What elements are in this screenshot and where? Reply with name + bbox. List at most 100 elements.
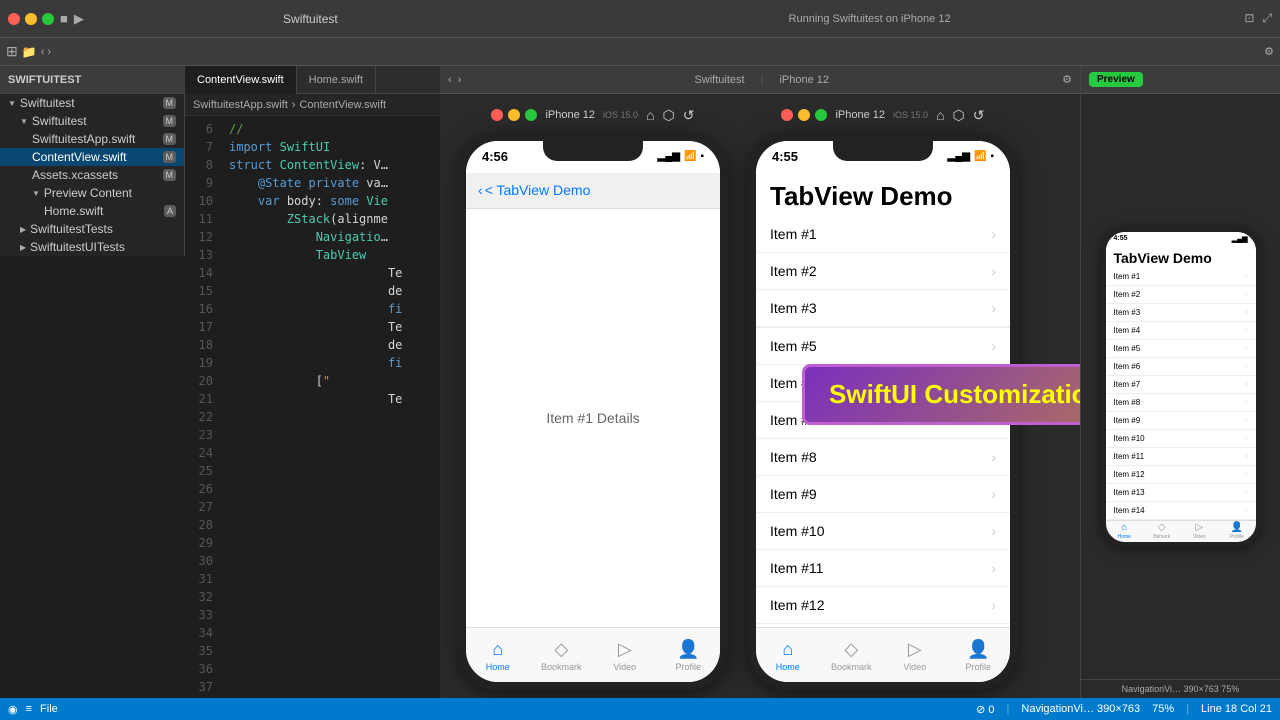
app-title: Swiftuitest [126, 12, 495, 26]
code-editor-area: ContentView.swift Home.swift Swiftuitest… [185, 66, 440, 698]
maximize-button[interactable] [42, 13, 54, 25]
mini-list-item[interactable]: Item #13› [1106, 484, 1256, 502]
run-icon[interactable]: ▶ [74, 11, 84, 27]
mini-list[interactable]: Item #1› Item #2› Item #3› Item #4› Item… [1106, 268, 1256, 520]
window-controls[interactable] [8, 13, 54, 25]
r-tab-home[interactable]: ⌂ Home [756, 639, 820, 672]
status-bar: ◉ ≡ File ⊘ 0 | NavigationVi… 390×763 75%… [0, 698, 1280, 720]
sim-device-name: iPhone 12 [779, 74, 829, 86]
close-button[interactable] [8, 13, 20, 25]
sidebar-item-preview[interactable]: ▼ Preview Content [0, 184, 184, 202]
sim-r-min[interactable] [798, 109, 810, 121]
list-item[interactable]: Item #8› [756, 439, 1010, 476]
mini-list-item[interactable]: Item #12› [1106, 466, 1256, 484]
list-item[interactable]: Item #2› [756, 253, 1010, 290]
code-content[interactable]: // import SwiftUI struct ContentView: V…… [221, 116, 440, 698]
folder-icon[interactable]: 📁 [22, 45, 37, 59]
mini-bookmark-icon: ◇ [1158, 522, 1166, 533]
mini-list-item[interactable]: Item #5› [1106, 340, 1256, 358]
tab-profile[interactable]: 👤 Profile [657, 639, 721, 672]
tab-video[interactable]: ▷ Video [593, 639, 657, 672]
line-numbers: 678910 1112131415 1617181920 2122232425 … [185, 116, 221, 698]
sim-settings[interactable]: ⚙ [1062, 73, 1072, 86]
mini-tab-home[interactable]: ⌂ Home [1106, 522, 1144, 540]
split-icon[interactable]: ⊡ [1244, 11, 1254, 26]
sidebar-item-project[interactable]: ▼ Swiftuitest M [0, 94, 184, 112]
mini-list-item[interactable]: Item #6› [1106, 358, 1256, 376]
mini-list-item[interactable]: Item #10› [1106, 430, 1256, 448]
simulator-area: SwiftUI Customization TabView with Tab B… [440, 66, 1080, 698]
r-rotate-icon[interactable]: ↺ [973, 107, 985, 124]
breadcrumb-item-1[interactable]: SwiftuitestApp.swift [193, 99, 288, 111]
sidebar-item-contentview[interactable]: ContentView.swift M [0, 148, 184, 166]
back-button[interactable]: ‹ < TabView Demo [478, 182, 590, 198]
banner-overlay: SwiftUI Customization TabView with Tab B… [802, 364, 1080, 425]
r-tab-bookmark[interactable]: ◇ Bookmark [820, 639, 884, 672]
mini-tab-video[interactable]: ▷ Video [1181, 522, 1219, 540]
mini-list-item[interactable]: Item #2› [1106, 286, 1256, 304]
sidebar-item-tests[interactable]: ▶ SwiftuitestTests [0, 220, 184, 238]
sim-min[interactable] [508, 109, 520, 121]
sim-nav-back[interactable]: ‹ [448, 74, 452, 86]
mini-list-item[interactable]: Item #3› [1106, 304, 1256, 322]
preview-panel: Preview 4:55 ▂▄▆ TabView Demo Item #1› I… [1080, 66, 1280, 698]
list-item[interactable]: Item #10› [756, 513, 1010, 550]
r-tab-profile[interactable]: 👤 Profile [947, 639, 1011, 672]
mini-tab-bar[interactable]: ⌂ Home ◇ Bkmark ▷ Video 👤 [1106, 520, 1256, 542]
toolbar-nav-arrows[interactable]: ‹ › [41, 46, 51, 58]
tab-contentview[interactable]: ContentView.swift [185, 66, 297, 94]
wifi-icon: 📶 [684, 151, 696, 162]
list-item[interactable]: Item #11› [756, 550, 1010, 587]
mini-list-item[interactable]: Item #14› [1106, 502, 1256, 520]
sim-max[interactable] [525, 109, 537, 121]
status-menu[interactable]: ≡ [26, 703, 32, 715]
camera-icon[interactable]: ⬡ [663, 107, 675, 124]
breadcrumb-item-2[interactable]: ContentView.swift [299, 99, 386, 111]
sim-nav-fwd[interactable]: › [458, 74, 462, 86]
mini-tab-profile[interactable]: 👤 Profile [1218, 522, 1256, 540]
r-home-icon[interactable]: ⌂ [936, 107, 944, 123]
mini-list-item[interactable]: Item #8› [1106, 394, 1256, 412]
sim-r-max[interactable] [815, 109, 827, 121]
tab-home[interactable]: Home.swift [297, 66, 376, 94]
list-item[interactable]: Item #3› [756, 290, 1010, 327]
fullscreen-icon[interactable]: ⤢ [1262, 11, 1272, 26]
list-item[interactable]: Item #12› [756, 587, 1010, 624]
nav-back-icon[interactable]: ⊞ [6, 43, 18, 60]
r-profile-tab-icon: 👤 [967, 639, 989, 660]
mini-list-item[interactable]: Item #1› [1106, 268, 1256, 286]
status-icons: ▂▄▆ 📶 ▪ [658, 151, 704, 162]
phone-notch [543, 141, 643, 161]
mini-list-item[interactable]: Item #9› [1106, 412, 1256, 430]
r-camera-icon[interactable]: ⬡ [953, 107, 965, 124]
list-item[interactable]: Item #9› [756, 476, 1010, 513]
list-item[interactable]: Item #5› [756, 327, 1010, 365]
tab-bookmark[interactable]: ◇ Bookmark [530, 639, 594, 672]
list-item[interactable]: Item #1› [756, 216, 1010, 253]
rotate-icon[interactable]: ↺ [683, 107, 695, 124]
list-title: TabView Demo [756, 173, 1010, 216]
sim-r-close[interactable] [781, 109, 793, 121]
r-tab-video[interactable]: ▷ Video [883, 639, 947, 672]
mini-tab-bookmark[interactable]: ◇ Bkmark [1143, 522, 1181, 540]
stop-icon[interactable]: ■ [60, 11, 68, 26]
home-icon[interactable]: ⌂ [646, 107, 654, 123]
sim-close[interactable] [491, 109, 503, 121]
sidebar-item-home[interactable]: Home.swift A [0, 202, 184, 220]
mini-list-item[interactable]: Item #11› [1106, 448, 1256, 466]
mini-list-item[interactable]: Item #7› [1106, 376, 1256, 394]
phone-right-tab-bar[interactable]: ⌂ Home ◇ Bookmark ▷ Video [756, 627, 1010, 682]
preview-header: Preview [1081, 66, 1280, 94]
code-editor[interactable]: 678910 1112131415 1617181920 2122232425 … [185, 116, 440, 698]
minimize-button[interactable] [25, 13, 37, 25]
sidebar-item-group[interactable]: ▼ Swiftuitest M [0, 112, 184, 130]
sidebar-item-uitests[interactable]: ▶ SwiftuitestUITests [0, 238, 184, 256]
mini-list-item[interactable]: Item #4› [1106, 322, 1256, 340]
status-left: ◉ ≡ File [8, 703, 58, 716]
phone-tab-bar[interactable]: ⌂ Home ◇ Bookmark ▷ Video [466, 627, 720, 682]
sidebar-item-assets[interactable]: Assets.xcassets M [0, 166, 184, 184]
preview-phone-container: 4:55 ▂▄▆ TabView Demo Item #1› Item #2› … [1081, 94, 1280, 679]
tab-home[interactable]: ⌂ Home [466, 639, 530, 672]
sidebar-item-app-swift[interactable]: SwiftuitestApp.swift M [0, 130, 184, 148]
top-bar: ■ ▶ Swiftuitest Running Swiftuitest on i… [0, 0, 1280, 38]
